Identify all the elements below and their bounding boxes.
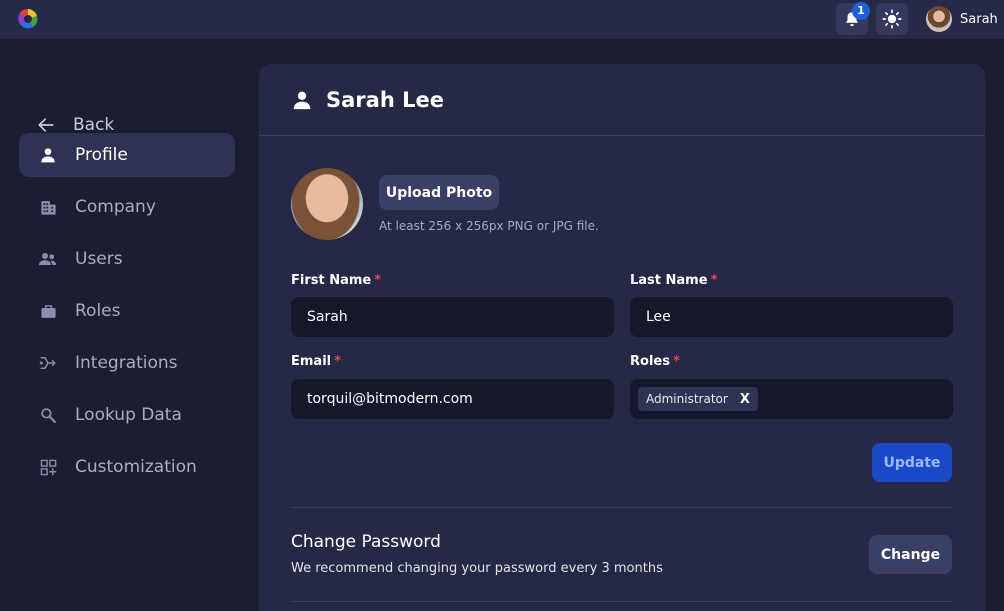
role-chip-label: Administrator	[646, 392, 728, 406]
user-icon	[39, 146, 57, 164]
users-icon	[39, 250, 57, 268]
user-name: Sarah	[960, 11, 998, 27]
change-password-title: Change Password	[291, 532, 441, 552]
back-label: Back	[73, 115, 115, 135]
dashboard-icon	[39, 458, 57, 476]
first-name-field[interactable]: Sarah	[291, 297, 614, 337]
sidebar-item-label: Integrations	[75, 353, 178, 373]
section-divider	[291, 601, 952, 602]
first-name-label: First Name *	[291, 273, 381, 288]
profile-card: Sarah Lee Upload Photo At least 256 x 25…	[259, 64, 985, 611]
roles-field[interactable]: Administrator X	[630, 379, 953, 419]
email-label: Email *	[291, 354, 341, 369]
page-title: Sarah Lee	[326, 87, 444, 112]
first-name-value: Sarah	[307, 309, 348, 325]
sidebar-item-label: Lookup Data	[75, 405, 182, 425]
email-field[interactable]: torquil@bitmodern.com	[291, 379, 614, 419]
sidebar-item-users[interactable]: Users	[19, 237, 235, 281]
sidebar-item-label: Profile	[75, 145, 128, 165]
last-name-label: Last Name *	[630, 273, 717, 288]
change-password-button[interactable]: Change	[869, 535, 952, 574]
card-header: Sarah Lee	[259, 64, 985, 136]
required-marker: *	[710, 273, 718, 288]
sidebar-item-label: Customization	[75, 457, 197, 477]
last-name-label-text: Last Name	[630, 273, 708, 288]
remove-role-icon[interactable]: X	[740, 392, 750, 407]
integrations-icon	[39, 354, 57, 372]
last-name-value: Lee	[646, 309, 671, 325]
sidebar-item-label: Company	[75, 197, 156, 217]
roles-label-text: Roles	[630, 354, 670, 369]
required-marker: *	[672, 354, 680, 369]
search-icon	[39, 406, 57, 424]
sidebar: Back Profile Company Users Roles Integra…	[0, 39, 254, 611]
section-divider	[291, 507, 952, 508]
change-password-description: We recommend changing your password ever…	[291, 561, 663, 576]
briefcase-icon	[39, 302, 57, 320]
user-icon	[293, 91, 311, 109]
avatar	[926, 6, 952, 32]
sidebar-item-label: Users	[75, 249, 123, 269]
building-icon	[39, 198, 57, 216]
roles-label: Roles *	[630, 354, 680, 369]
arrow-left-icon	[38, 118, 54, 132]
theme-toggle-button[interactable]	[876, 3, 908, 35]
sidebar-item-roles[interactable]: Roles	[19, 289, 235, 333]
notification-count-badge: 1	[852, 2, 870, 20]
sun-icon	[882, 9, 902, 29]
sidebar-item-label: Roles	[75, 301, 121, 321]
upload-photo-button[interactable]: Upload Photo	[379, 175, 499, 210]
update-button[interactable]: Update	[872, 443, 952, 482]
required-marker: *	[334, 354, 341, 369]
role-chip: Administrator X	[638, 387, 758, 411]
email-value: torquil@bitmodern.com	[307, 391, 473, 407]
top-bar: 1 Sarah	[0, 0, 1004, 39]
sidebar-item-lookup-data[interactable]: Lookup Data	[19, 393, 235, 437]
email-label-text: Email	[291, 354, 332, 369]
first-name-label-text: First Name	[291, 273, 372, 288]
upload-hint: At least 256 x 256px PNG or JPG file.	[379, 219, 599, 233]
app-logo-icon[interactable]	[16, 7, 40, 31]
profile-photo	[291, 168, 363, 240]
last-name-field[interactable]: Lee	[630, 297, 953, 337]
user-menu[interactable]: Sarah	[926, 6, 998, 32]
sidebar-item-integrations[interactable]: Integrations	[19, 341, 235, 385]
sidebar-item-profile[interactable]: Profile	[19, 133, 235, 177]
sidebar-item-customization[interactable]: Customization	[19, 445, 235, 489]
required-marker: *	[374, 273, 382, 288]
sidebar-item-company[interactable]: Company	[19, 185, 235, 229]
